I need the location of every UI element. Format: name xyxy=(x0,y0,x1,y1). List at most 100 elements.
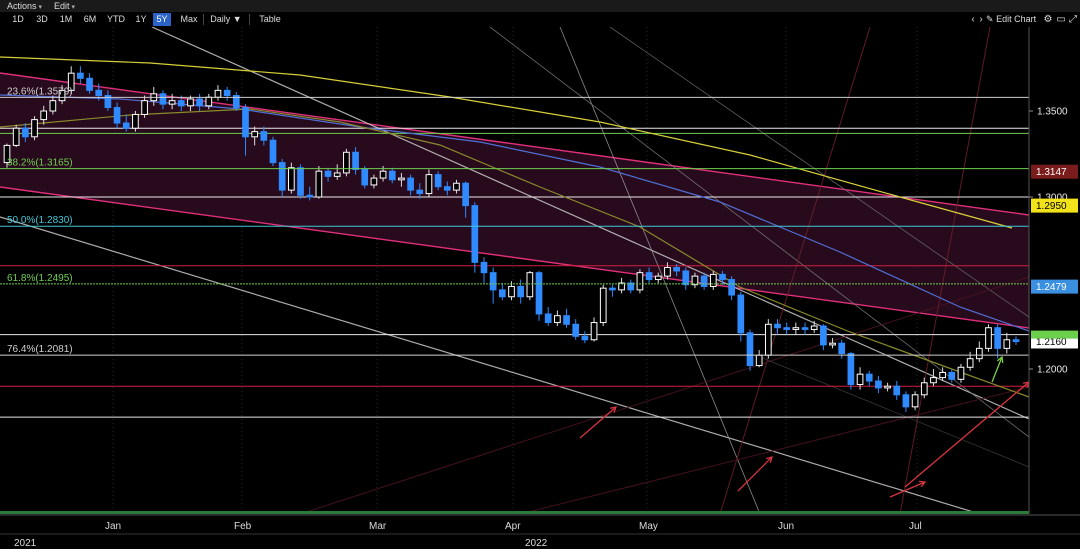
candle-body xyxy=(654,275,662,281)
fibonacci-label: 61.8%(1.2495) xyxy=(7,273,73,284)
candle-body xyxy=(407,177,414,191)
candle-body xyxy=(187,98,194,107)
candle-body xyxy=(966,358,974,368)
x-tick-year: 2022 xyxy=(525,538,548,549)
range-1m-button[interactable]: 1M xyxy=(56,13,76,26)
candle-body xyxy=(177,100,185,107)
candle-body xyxy=(205,96,213,107)
candle-body xyxy=(856,373,864,385)
candle-body xyxy=(22,127,29,138)
candle-body xyxy=(352,151,359,170)
candle-body xyxy=(315,170,323,198)
candle-body xyxy=(260,131,268,141)
range-max-button[interactable]: Max xyxy=(177,13,201,26)
candle-body xyxy=(609,287,616,291)
candle-body xyxy=(508,285,515,298)
candle-body xyxy=(398,177,405,181)
candle-body xyxy=(1003,339,1011,349)
candle-body xyxy=(1012,339,1020,342)
candle-body xyxy=(526,272,534,298)
expand-icon[interactable]: ▭ xyxy=(1055,13,1067,26)
candle-body xyxy=(113,107,121,124)
candle-body xyxy=(288,167,295,191)
candle-body xyxy=(251,131,259,138)
range-5y-button[interactable]: 5Y xyxy=(153,13,171,26)
candle-body xyxy=(132,113,139,129)
candle-body xyxy=(122,122,130,129)
candle-body xyxy=(370,177,378,186)
range-3d-button[interactable]: 3D xyxy=(32,13,52,26)
candle-body xyxy=(343,151,350,174)
candle-body xyxy=(902,394,910,408)
candle-body xyxy=(865,373,873,382)
candle-body xyxy=(443,186,451,191)
candle-body xyxy=(673,267,680,272)
candle-body xyxy=(737,294,745,334)
candle-body xyxy=(434,174,442,188)
toolbar-divider xyxy=(249,14,250,25)
edit-menu-label: Edit xyxy=(54,1,70,11)
candle-body xyxy=(214,89,222,98)
edit-chart-button[interactable]: ✎ Edit Chart xyxy=(986,13,1036,26)
candle-body xyxy=(242,107,249,138)
candle-body xyxy=(425,174,433,195)
range-6m-button[interactable]: 6M xyxy=(80,13,100,26)
candle-body xyxy=(498,289,506,298)
candle-body xyxy=(783,327,791,330)
candle-body xyxy=(636,272,644,291)
candle-body xyxy=(948,371,956,380)
range-1d-button[interactable]: 1D xyxy=(8,13,28,26)
range-1y-button[interactable]: 1Y xyxy=(132,13,150,26)
x-tick-month: Jun xyxy=(778,521,794,532)
candle-body xyxy=(755,354,763,367)
candle-body xyxy=(489,272,497,291)
price-tag-label: 1.2479 xyxy=(1036,282,1067,293)
candle-body xyxy=(361,168,369,186)
nav-next-button[interactable]: › xyxy=(976,13,986,26)
candle-body xyxy=(40,110,48,121)
candle-body xyxy=(728,279,735,296)
candle-body xyxy=(764,323,772,356)
candle-body xyxy=(645,272,653,281)
candle-body xyxy=(875,380,882,389)
price-tag xyxy=(1031,330,1078,339)
candle-body xyxy=(994,327,1001,349)
candle-body xyxy=(957,366,965,380)
candle-body xyxy=(920,382,928,396)
candle-body xyxy=(196,98,203,107)
candle-body xyxy=(462,182,469,207)
candle-body xyxy=(388,170,396,181)
x-tick-year: 2021 xyxy=(14,538,37,549)
candle-body xyxy=(12,127,20,146)
candle-body xyxy=(544,313,552,324)
x-tick-month: Jul xyxy=(909,521,922,532)
x-axis-scrollbar xyxy=(0,511,1029,514)
candle-body xyxy=(581,335,589,341)
candle-body xyxy=(893,385,901,396)
price-tag-label: 1.3147 xyxy=(1036,167,1067,178)
y-tick-label: 1.2000 xyxy=(1037,365,1068,376)
candle-body xyxy=(86,77,93,91)
candle-body xyxy=(911,394,919,408)
candle-body xyxy=(31,119,38,138)
price-tag-label: 1.2950 xyxy=(1036,201,1067,212)
candle-body xyxy=(746,332,754,367)
fullscreen-icon[interactable]: ⤢ xyxy=(1067,13,1079,26)
range-ytd-button[interactable]: YTD xyxy=(104,13,128,26)
price-chart[interactable]: 23.6%(1.3579) 38.2%(1.3165) 50.0%(1.2830) 6… xyxy=(0,27,1080,549)
candle-body xyxy=(269,139,277,164)
candle-body xyxy=(535,272,543,315)
candle-body xyxy=(700,275,708,287)
candle-body xyxy=(975,347,983,360)
table-button[interactable]: Table xyxy=(254,13,286,26)
fibonacci-label: 50.0%(1.2830) xyxy=(7,215,73,226)
settings-icon[interactable]: ⚙ xyxy=(1042,13,1054,26)
chevron-down-icon: ▾ xyxy=(38,4,43,11)
interval-dropdown[interactable]: Daily ▼ xyxy=(206,13,246,26)
chart-toolbar: 1D 3D 1M 6M YTD 1Y 5Y Max Daily ▼ Table … xyxy=(0,12,1080,28)
y-tick-label: 1.3500 xyxy=(1037,107,1068,118)
edit-chart-label: Edit Chart xyxy=(996,14,1037,24)
candle-body xyxy=(297,167,304,196)
candle-body xyxy=(590,322,598,341)
candle-body xyxy=(471,205,479,263)
